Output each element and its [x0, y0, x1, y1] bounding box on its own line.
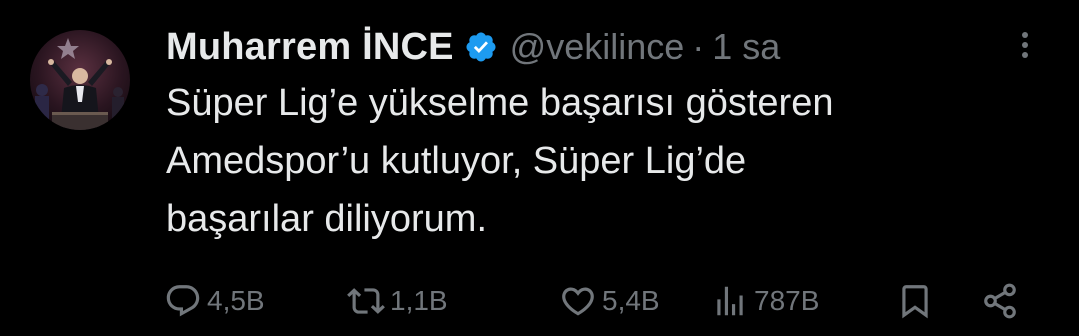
author-handle[interactable]: @vekilince — [510, 26, 685, 68]
verified-badge-icon — [464, 30, 498, 64]
bookmark-button[interactable] — [895, 276, 935, 326]
tweet-text: Süper Lig’e yükselme başarısı gösteren A… — [166, 82, 834, 240]
like-count: 5,4B — [602, 285, 660, 316]
tweet-header: Muharrem İNCE @vekilince · 1 sa — [166, 22, 780, 72]
author-display-name[interactable]: Muharrem İNCE — [166, 26, 454, 69]
reply-count: 4,5B — [207, 285, 265, 316]
views-button[interactable]: 787B — [710, 276, 819, 326]
retweet-count: 1,1B — [390, 285, 448, 316]
share-button[interactable] — [980, 276, 1020, 326]
tweet[interactable]: Muharrem İNCE @vekilince · 1 sa Süper Li… — [0, 0, 1079, 336]
more-options-icon[interactable] — [1010, 30, 1040, 60]
header-separator: · — [692, 26, 705, 67]
bookmark-icon — [895, 281, 935, 321]
share-icon — [980, 281, 1020, 321]
tweet-actions: 4,5B 1,1B 5,4B 787B — [0, 276, 1079, 326]
retweet-button[interactable]: 1,1B — [346, 276, 448, 326]
reply-button[interactable]: 4,5B — [163, 276, 265, 326]
views-count: 787B — [754, 285, 820, 316]
avatar-image — [30, 30, 130, 130]
avatar[interactable] — [30, 30, 130, 130]
like-button[interactable]: 5,4B — [558, 276, 660, 326]
tweet-timestamp[interactable]: 1 sa — [712, 26, 780, 68]
retweet-icon — [346, 281, 386, 321]
heart-icon — [558, 281, 598, 321]
views-chart-icon — [710, 281, 750, 321]
reply-icon — [163, 281, 203, 321]
